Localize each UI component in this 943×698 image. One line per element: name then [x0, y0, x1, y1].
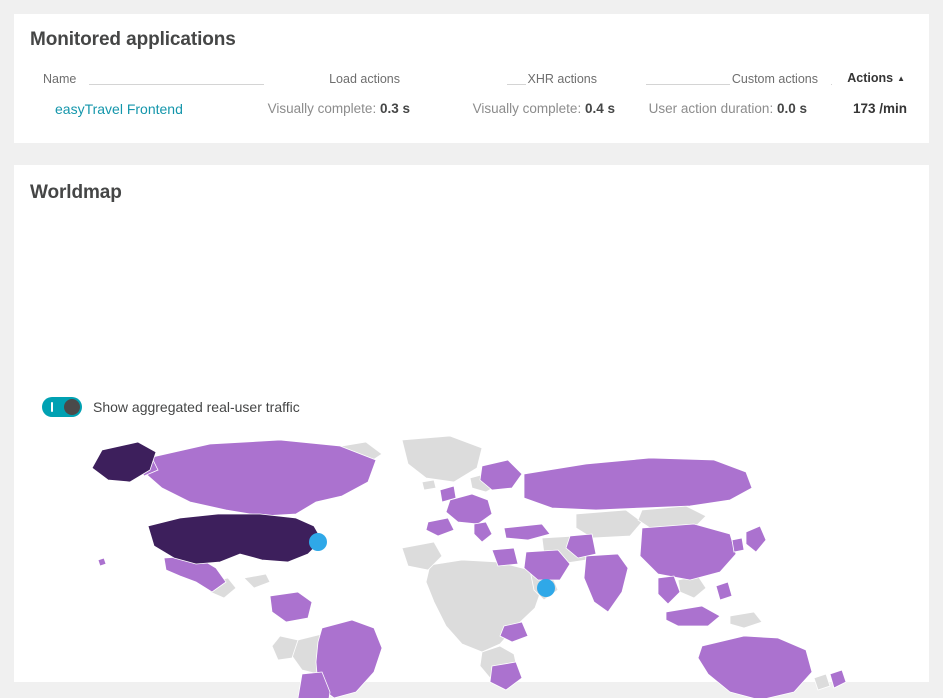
marker-available-us[interactable]	[309, 533, 327, 551]
applications-table: Name Load actions XHR actions Custom act…	[41, 62, 907, 131]
monitored-applications-card: Monitored applications Name Load actions…	[14, 14, 929, 143]
cell-xhr-actions: Visually complete: 0.4 s	[472, 101, 615, 116]
header-rule-actions	[831, 84, 832, 85]
world-map-svg[interactable]	[30, 430, 913, 698]
marker-available-india[interactable]	[537, 579, 555, 597]
column-header-name[interactable]: Name	[41, 72, 79, 87]
worldmap-title: Worldmap	[30, 182, 122, 203]
aggregated-traffic-toggle-label: Show aggregated real-user traffic	[93, 399, 300, 415]
aggregated-traffic-toggle[interactable]	[42, 397, 82, 417]
aggregated-traffic-toggle-row: Show aggregated real-user traffic	[42, 397, 300, 417]
cell-actions-rate: 173 /min	[852, 101, 907, 116]
table-row: easyTravel Frontend Visually complete: 0…	[41, 87, 907, 131]
toggle-knob-icon	[64, 399, 80, 415]
world-map[interactable]	[30, 430, 913, 698]
column-header-custom-actions[interactable]: Custom actions	[729, 72, 820, 87]
monitored-applications-title: Monitored applications	[30, 29, 236, 50]
dashboard-page: Monitored applications Name Load actions…	[0, 0, 943, 698]
column-header-actions[interactable]: Actions ▲	[845, 71, 907, 87]
column-header-xhr-actions[interactable]: XHR actions	[525, 72, 599, 87]
column-header-load-actions[interactable]: Load actions	[327, 72, 402, 87]
worldmap-card: Worldmap Show aggregated real-user traff…	[14, 165, 929, 698]
toggle-on-mark-icon	[51, 402, 53, 412]
table-header-row: Name Load actions XHR actions Custom act…	[41, 62, 907, 87]
cell-custom-actions: User action duration: 0.0 s	[648, 101, 807, 116]
cell-load-actions: Visually complete: 0.3 s	[267, 101, 410, 116]
header-rule-name	[89, 84, 264, 85]
application-name-link[interactable]: easyTravel Frontend	[55, 101, 183, 117]
sort-ascending-icon: ▲	[897, 74, 905, 83]
